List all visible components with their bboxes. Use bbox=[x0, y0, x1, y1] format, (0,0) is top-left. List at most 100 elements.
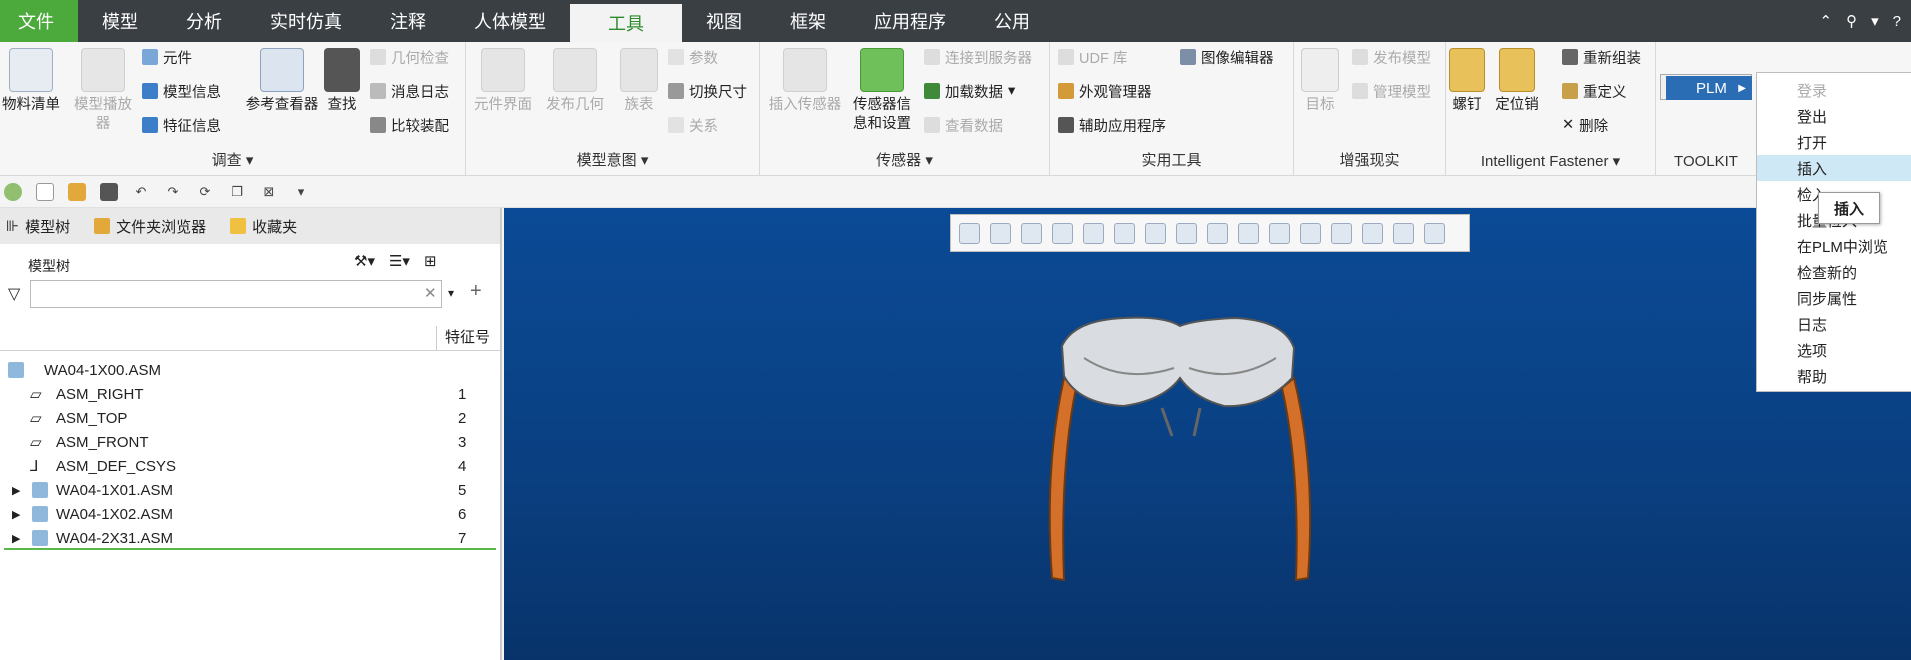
repaint-icon[interactable] bbox=[1052, 222, 1073, 244]
tree-root-row[interactable]: WA04-1X00.ASM bbox=[0, 358, 500, 382]
clear-search-icon[interactable]: ✕ bbox=[424, 284, 437, 302]
tab-applications[interactable]: 应用程序 bbox=[850, 0, 970, 42]
tab-annotate[interactable]: 注释 bbox=[366, 0, 450, 42]
tab-framework[interactable]: 框架 bbox=[766, 0, 850, 42]
spin-center-icon[interactable] bbox=[1300, 222, 1321, 244]
publish-model-button[interactable]: 发布模型 bbox=[1352, 46, 1431, 68]
insert-sensor-button[interactable]: 插入传感器 bbox=[766, 48, 844, 115]
save-icon[interactable] bbox=[100, 182, 118, 201]
geometry-check-button[interactable]: 几何检查 bbox=[370, 46, 449, 68]
help-icon[interactable]: ? bbox=[1893, 13, 1901, 30]
tab-tools[interactable]: 工具 bbox=[570, 4, 682, 42]
tree-filter-icon[interactable]: ⊞ bbox=[424, 252, 437, 270]
feature-info-button[interactable]: 特征信息 bbox=[142, 114, 221, 136]
zoom-in-icon[interactable] bbox=[990, 222, 1011, 244]
model-player-button[interactable]: 模型播放器 bbox=[68, 48, 138, 134]
compare-assembly-button[interactable]: 比较装配 bbox=[370, 114, 449, 136]
component-interface-button[interactable]: 元件界面 bbox=[472, 48, 534, 115]
tree-search-input[interactable] bbox=[30, 280, 442, 308]
open-folder-icon[interactable] bbox=[68, 182, 86, 201]
tree-columns-icon[interactable]: ☰▾ bbox=[389, 252, 410, 270]
connect-server-button[interactable]: 连接到服务器 bbox=[924, 46, 1032, 68]
zoom-out-icon[interactable] bbox=[1021, 222, 1042, 244]
publish-geometry-button[interactable]: 发布几何 bbox=[544, 48, 606, 115]
tree-row[interactable]: ▱ ASM_FRONT 3 bbox=[0, 430, 500, 454]
datum-display-icon[interactable] bbox=[1238, 222, 1259, 244]
target-button[interactable]: 目标 bbox=[1298, 48, 1342, 115]
parameters-button[interactable]: 参数 bbox=[668, 46, 718, 68]
tab-favorites[interactable]: 收藏夹 bbox=[230, 216, 297, 237]
redo-icon[interactable]: ↷ bbox=[164, 183, 182, 201]
flag-icon[interactable] bbox=[1424, 222, 1445, 244]
feature-id-column-header[interactable]: 特征号 bbox=[436, 326, 500, 350]
tab-file[interactable]: 文件 bbox=[0, 0, 78, 42]
new-file-icon[interactable] bbox=[36, 182, 54, 201]
group-title-model-intent[interactable]: 模型意图 ▾ bbox=[466, 149, 759, 170]
windows-icon[interactable]: ❐ bbox=[228, 183, 246, 201]
sensor-info-button[interactable]: 传感器信 息和设置 bbox=[850, 48, 914, 134]
saved-views-icon[interactable] bbox=[1114, 222, 1135, 244]
tab-analysis[interactable]: 分析 bbox=[162, 0, 246, 42]
appearance-toggle-icon[interactable] bbox=[1362, 222, 1383, 244]
tab-manikin[interactable]: 人体模型 bbox=[450, 0, 570, 42]
explode-icon[interactable] bbox=[1331, 222, 1352, 244]
plm-menu-item[interactable]: PLM ▶ bbox=[1666, 76, 1752, 100]
close-window-icon[interactable]: ⊠ bbox=[260, 183, 278, 201]
tab-common[interactable]: 公用 bbox=[970, 0, 1054, 42]
tab-model-tree[interactable]: ⊪ 模型树 bbox=[6, 216, 70, 237]
pause-icon[interactable] bbox=[1393, 222, 1414, 244]
display-style-icon[interactable] bbox=[1145, 222, 1166, 244]
menu-item-help[interactable]: 帮助 bbox=[1757, 363, 1911, 389]
reassemble-button[interactable]: 重新组装 bbox=[1562, 46, 1641, 68]
udf-library-button[interactable]: UDF 库 bbox=[1058, 46, 1127, 68]
undo-icon[interactable]: ↶ bbox=[132, 183, 150, 201]
switch-dimensions-button[interactable]: 切换尺寸 bbox=[668, 80, 747, 102]
expand-arrow-icon[interactable]: ▶ bbox=[12, 484, 20, 497]
annotation-display-icon[interactable] bbox=[1269, 222, 1290, 244]
tab-folder-browser[interactable]: 文件夹浏览器 bbox=[94, 216, 206, 237]
appearance-manager-button[interactable]: 外观管理器 bbox=[1058, 80, 1152, 102]
expand-arrow-icon[interactable]: ▶ bbox=[12, 532, 20, 545]
tree-row[interactable]: ▱ ASM_RIGHT 1 bbox=[0, 382, 500, 406]
bom-button[interactable]: 物料清单 bbox=[0, 48, 62, 115]
tree-row[interactable]: ▶ WA04-2X31.ASM 7 bbox=[0, 526, 500, 550]
tab-model[interactable]: 模型 bbox=[78, 0, 162, 42]
tree-row[interactable]: ▱ ASM_TOP 2 bbox=[0, 406, 500, 430]
family-table-button[interactable]: 族表 bbox=[616, 48, 662, 115]
regenerate-icon[interactable]: ⟳ bbox=[196, 183, 214, 201]
menu-item-open[interactable]: 打开 bbox=[1757, 129, 1911, 155]
relations-button[interactable]: 关系 bbox=[668, 114, 718, 136]
reorient-icon[interactable] bbox=[1083, 222, 1104, 244]
hat-icon[interactable]: ▾ bbox=[1871, 12, 1879, 30]
menu-item-sync-attributes[interactable]: 同步属性 bbox=[1757, 285, 1911, 311]
menu-item-browse-plm[interactable]: 在PLM中浏览 bbox=[1757, 233, 1911, 259]
model-info-button[interactable]: 模型信息 bbox=[142, 80, 221, 102]
manage-model-button[interactable]: 管理模型 bbox=[1352, 80, 1431, 102]
group-title-sensor[interactable]: 传感器 ▾ bbox=[760, 149, 1049, 170]
screw-button[interactable]: 螺钉 bbox=[1446, 48, 1488, 115]
tree-row[interactable]: ⅃ ASM_DEF_CSYS 4 bbox=[0, 454, 500, 478]
find-button[interactable]: 查找 bbox=[322, 48, 362, 115]
image-editor-button[interactable]: 图像编辑器 bbox=[1180, 46, 1274, 68]
menu-item-check-new[interactable]: 检查新的 bbox=[1757, 259, 1911, 285]
menu-item-log[interactable]: 日志 bbox=[1757, 311, 1911, 337]
component-button[interactable]: 元件 bbox=[142, 46, 192, 68]
insert-marker[interactable] bbox=[4, 548, 496, 550]
dowel-pin-button[interactable]: 定位销 bbox=[1492, 48, 1542, 115]
tree-row[interactable]: ▶ WA04-1X01.ASM 5 bbox=[0, 478, 500, 502]
tab-view[interactable]: 视图 bbox=[682, 0, 766, 42]
menu-item-options[interactable]: 选项 bbox=[1757, 337, 1911, 363]
tab-live-simulation[interactable]: 实时仿真 bbox=[246, 0, 366, 42]
search-icon[interactable]: ⚲ bbox=[1846, 12, 1857, 30]
menu-item-logout[interactable]: 登出 bbox=[1757, 103, 1911, 129]
add-filter-icon[interactable]: + bbox=[470, 280, 482, 303]
tree-row[interactable]: ▶ WA04-1X02.ASM 6 bbox=[0, 502, 500, 526]
menu-item-login[interactable]: 登录 bbox=[1757, 77, 1911, 103]
load-data-button[interactable]: 加载数据 ▾ bbox=[924, 80, 1015, 102]
delete-button[interactable]: ✕ 删除 bbox=[1562, 114, 1608, 136]
auxiliary-apps-button[interactable]: 辅助应用程序 bbox=[1058, 114, 1166, 136]
group-title-fastener[interactable]: Intelligent Fastener ▾ bbox=[1446, 152, 1655, 170]
message-log-button[interactable]: 消息日志 bbox=[370, 80, 449, 102]
menu-item-insert[interactable]: 插入 bbox=[1757, 155, 1911, 181]
section-icon[interactable] bbox=[1207, 222, 1228, 244]
